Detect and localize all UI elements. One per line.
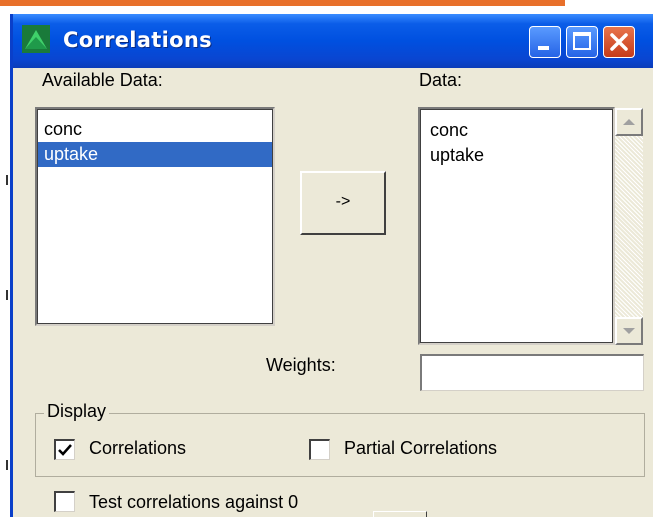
list-item[interactable]: uptake — [424, 143, 612, 168]
partial-correlations-label[interactable]: Partial Correlations — [344, 438, 497, 459]
checkmark-icon — [58, 444, 72, 456]
chart-icon — [22, 25, 50, 53]
list-item-selected[interactable]: uptake — [38, 142, 272, 167]
add-to-data-button[interactable]: -> — [300, 171, 386, 235]
weights-input[interactable] — [420, 354, 644, 391]
maximize-button[interactable] — [566, 26, 598, 58]
top-background-strip — [0, 0, 653, 14]
arrow-down-icon — [623, 328, 635, 334]
arrow-up-icon — [623, 119, 635, 125]
scroll-up-button[interactable] — [615, 108, 643, 136]
test-correlations-label[interactable]: Test correlations against 0 — [89, 492, 298, 513]
maximize-icon — [573, 32, 591, 50]
window-title: Correlations — [63, 28, 212, 52]
display-group-label: Display — [44, 401, 110, 422]
close-button[interactable] — [603, 26, 635, 58]
test-correlations-checkbox[interactable] — [54, 491, 75, 512]
data-scrollbar[interactable] — [615, 108, 643, 345]
correlations-dialog: Correlations Available Data: conc uptake… — [10, 14, 653, 517]
weights-label: Weights: — [266, 355, 336, 375]
list-item[interactable]: conc — [38, 117, 272, 142]
partial-correlations-checkbox[interactable] — [309, 439, 330, 460]
left-edge-marks — [0, 0, 10, 517]
scroll-down-button[interactable] — [615, 317, 643, 345]
minimize-button[interactable] — [529, 26, 561, 58]
list-item[interactable]: conc — [424, 118, 612, 143]
close-icon — [610, 33, 628, 51]
correlations-label[interactable]: Correlations — [89, 438, 186, 459]
scrollbar-track[interactable] — [615, 108, 643, 345]
data-listbox[interactable]: conc uptake — [418, 107, 615, 345]
available-data-listbox[interactable]: conc uptake — [35, 107, 275, 326]
minimize-icon — [538, 46, 549, 50]
partial-button-edge[interactable] — [373, 511, 427, 517]
title-bar[interactable]: Correlations — [13, 14, 653, 68]
available-data-label: Available Data: — [42, 70, 163, 90]
data-label: Data: — [419, 70, 463, 90]
correlations-checkbox[interactable] — [54, 439, 75, 460]
orange-underline — [0, 0, 565, 6]
